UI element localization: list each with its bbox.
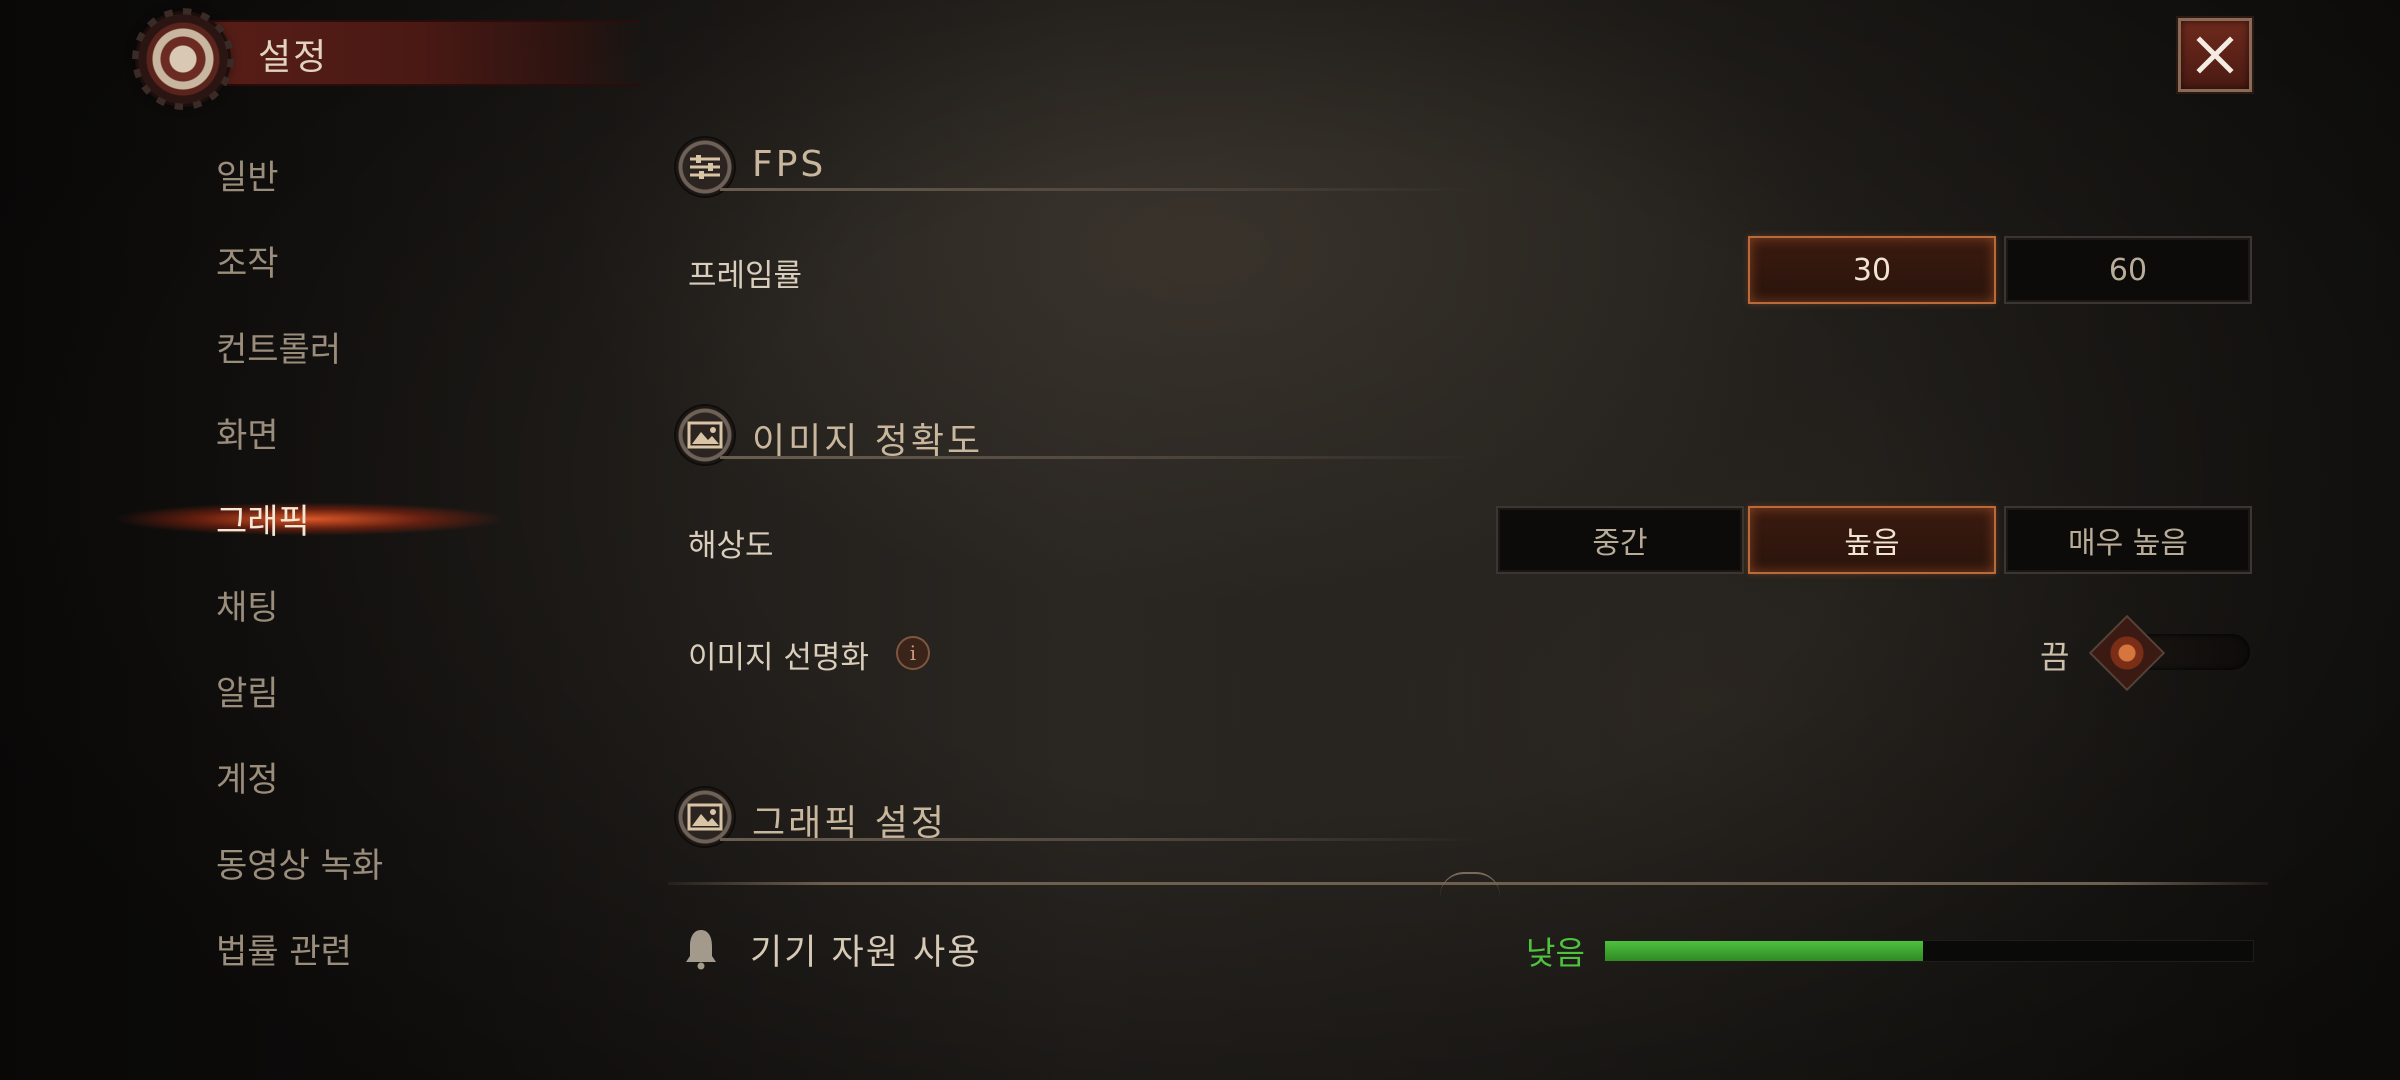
- sidebar-item-general[interactable]: 일반: [216, 150, 279, 199]
- option-label: 매우 높음: [2068, 526, 2188, 561]
- sharpening-label: 이미지 선명화: [688, 640, 869, 676]
- option-label: 30: [1852, 252, 1892, 288]
- section-divider: [720, 456, 1480, 459]
- usage-bar-fill: [1605, 941, 1923, 961]
- section-title-fps: FPS: [752, 144, 827, 185]
- sidebar-item-controls[interactable]: 조작: [216, 236, 279, 285]
- frame-rate-option-60[interactable]: 60: [2004, 236, 2252, 304]
- sidebar-item-account[interactable]: 계정: [216, 752, 279, 801]
- frame-rate-label: 프레임률: [688, 258, 803, 294]
- usage-level-text: 낮음: [1526, 934, 1585, 972]
- option-label: 중간: [1592, 526, 1648, 561]
- sidebar-item-notifications[interactable]: 알림: [216, 666, 279, 715]
- toggle-knob-icon[interactable]: [2088, 614, 2166, 692]
- bell-icon: [686, 930, 716, 970]
- divider-ornament: [1440, 872, 1500, 896]
- sharpening-state-label: 끔: [2040, 638, 2070, 676]
- resolution-option-high[interactable]: 높음: [1748, 506, 1996, 574]
- device-resource-label: 기기 자원 사용: [750, 933, 982, 973]
- sidebar-item-controller[interactable]: 컨트롤러: [216, 322, 341, 371]
- sidebar-item-legal[interactable]: 법률 관련: [216, 924, 352, 973]
- resolution-option-very-high[interactable]: 매우 높음: [2004, 506, 2252, 574]
- sidebar-item-chat[interactable]: 채팅: [216, 580, 279, 629]
- sidebar-item-video-recording[interactable]: 동영상 녹화: [216, 838, 383, 887]
- close-button[interactable]: [2178, 18, 2252, 92]
- sidebar-active-highlight: [50, 496, 570, 542]
- section-divider: [720, 188, 1480, 191]
- page-title: 설정: [258, 37, 329, 78]
- resolution-label: 해상도: [688, 528, 774, 564]
- info-icon[interactable]: i: [896, 636, 930, 670]
- usage-bar: [1604, 940, 2254, 962]
- section-divider: [720, 838, 1480, 841]
- frame-rate-option-30[interactable]: 30: [1748, 236, 1996, 304]
- resolution-option-medium[interactable]: 중간: [1496, 506, 1744, 574]
- gear-icon: [138, 14, 228, 104]
- sidebar-item-display[interactable]: 화면: [216, 408, 279, 457]
- option-label: 60: [2108, 252, 2148, 288]
- close-icon: [2196, 36, 2234, 74]
- sidebar-item-graphics[interactable]: 그래픽: [216, 494, 310, 543]
- option-label: 높음: [1844, 526, 1900, 561]
